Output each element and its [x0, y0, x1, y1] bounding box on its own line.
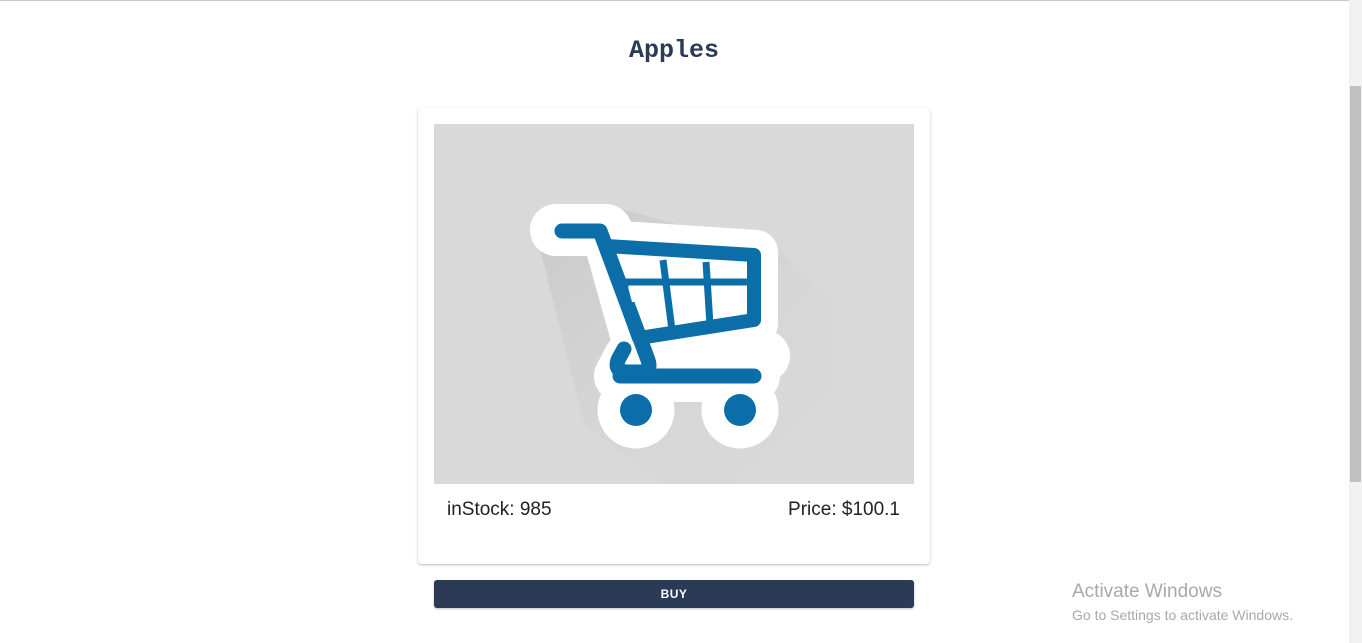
scrollbar-thumb[interactable]: [1350, 86, 1361, 482]
product-image: [434, 124, 914, 484]
price-text: Price: $100.1: [788, 499, 900, 520]
page: Apples inStock: 985 Price: $100.1 BUY Ac…: [0, 0, 1362, 643]
top-border: [0, 0, 1349, 1]
product-card: inStock: 985 Price: $100.1: [418, 108, 930, 564]
in-stock-text: inStock: 985: [447, 499, 552, 520]
activate-windows-watermark: Activate Windows Go to Settings to activ…: [1072, 580, 1293, 625]
product-title: Apples: [628, 36, 719, 65]
vertical-scrollbar[interactable]: [1349, 0, 1362, 643]
watermark-subtitle: Go to Settings to activate Windows.: [1072, 607, 1293, 623]
watermark-title: Activate Windows: [1072, 581, 1222, 602]
shopping-cart-icon: [530, 204, 834, 484]
buy-button[interactable]: BUY: [434, 580, 914, 608]
